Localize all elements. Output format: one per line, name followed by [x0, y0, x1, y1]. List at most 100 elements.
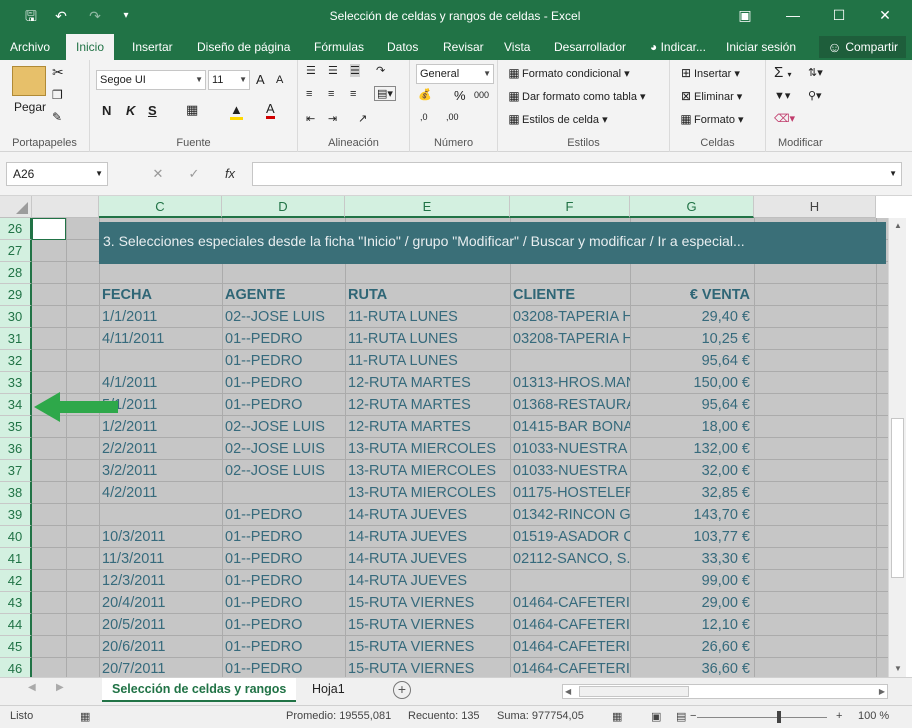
table-cell[interactable]: 12,10 € — [630, 614, 754, 636]
align-middle-icon[interactable]: ☰ — [328, 64, 338, 77]
table-cell[interactable]: 15-RUTA VIERNES — [345, 592, 510, 614]
table-cell[interactable]: 14-RUTA JUEVES — [345, 548, 510, 570]
zoom-level[interactable]: 100 % — [858, 710, 889, 722]
name-box[interactable]: A26 ▼ — [6, 162, 108, 186]
insert-cells-button[interactable]: ⊞ Insertar ▾ — [678, 66, 740, 80]
table-cell[interactable]: 20/7/2011 — [99, 658, 222, 677]
delete-cells-button[interactable]: ⊠ Eliminar ▾ — [678, 89, 742, 103]
font-size-combo[interactable]: 11 ▼ — [208, 70, 250, 90]
table-cell[interactable]: 32,00 € — [630, 460, 754, 482]
column-header-hidden[interactable] — [32, 196, 99, 218]
table-cell[interactable]: 36,60 € — [630, 658, 754, 677]
table-cell[interactable]: 12-RUTA MARTES — [345, 372, 510, 394]
format-as-table-button[interactable]: ▦ Dar formato como tabla ▾ — [506, 89, 645, 103]
fill-icon[interactable]: ▼▾ — [774, 89, 790, 102]
row-header-37[interactable]: 37 — [0, 460, 32, 482]
vertical-scroll-thumb[interactable] — [891, 418, 904, 578]
zoom-out-button[interactable]: − — [690, 710, 696, 722]
currency-icon[interactable]: 💰 — [418, 88, 432, 101]
table-cell[interactable]: 26,60 € — [630, 636, 754, 658]
table-cell[interactable]: 01415-BAR BONA — [510, 416, 630, 438]
cut-icon[interactable]: ✂ — [52, 64, 64, 81]
table-cell[interactable]: 15-RUTA VIERNES — [345, 614, 510, 636]
tab-vista[interactable]: Vista — [500, 34, 534, 60]
insert-function-icon[interactable]: fx — [216, 162, 244, 186]
table-cell[interactable]: 01313-HROS.MAN — [510, 372, 630, 394]
table-cell[interactable]: 20/6/2011 — [99, 636, 222, 658]
row-header-45[interactable]: 45 — [0, 636, 32, 658]
row-header-40[interactable]: 40 — [0, 526, 32, 548]
table-cell[interactable]: 150,00 € — [630, 372, 754, 394]
table-cell[interactable]: 95,64 € — [630, 350, 754, 372]
row-header-36[interactable]: 36 — [0, 438, 32, 460]
table-cell[interactable]: 14-RUTA JUEVES — [345, 570, 510, 592]
table-cell[interactable]: 01464-CAFETERIA — [510, 636, 630, 658]
percent-button[interactable]: % — [454, 88, 466, 103]
table-header-cell[interactable]: € VENTA — [630, 284, 754, 306]
table-cell[interactable]: 01--PEDRO — [222, 614, 345, 636]
table-cell[interactable]: 01--PEDRO — [222, 350, 345, 372]
table-cell[interactable]: 01--PEDRO — [222, 636, 345, 658]
table-cell[interactable] — [510, 350, 630, 372]
table-cell[interactable]: 10/3/2011 — [99, 526, 222, 548]
underline-button[interactable]: S — [148, 103, 157, 118]
font-shrink-icon[interactable]: A — [276, 74, 283, 86]
autosum-button[interactable]: Σ ▾ — [774, 64, 791, 81]
table-cell[interactable]: 13-RUTA MIERCOLES — [345, 482, 510, 504]
table-cell[interactable]: 14-RUTA JUEVES — [345, 526, 510, 548]
font-color-icon[interactable]: A — [266, 101, 275, 119]
table-header-cell[interactable]: FECHA — [99, 284, 222, 306]
next-sheet-icon[interactable]: ▶ — [56, 682, 64, 693]
format-cells-button[interactable]: ▦ Formato ▾ — [678, 112, 743, 126]
cell-styles-button[interactable]: ▦ Estilos de celda ▾ — [506, 112, 607, 126]
normal-view-icon[interactable]: ▦ — [612, 710, 622, 723]
table-cell[interactable]: 01464-CAFETERIA — [510, 658, 630, 677]
zoom-slider-knob[interactable] — [777, 711, 781, 723]
table-cell[interactable]: 02--JOSE LUIS — [222, 460, 345, 482]
table-cell[interactable]: 01464-CAFETERIA — [510, 614, 630, 636]
row-header-35[interactable]: 35 — [0, 416, 32, 438]
column-header-f[interactable]: F — [510, 196, 630, 218]
table-cell[interactable]: 99,00 € — [630, 570, 754, 592]
table-cell[interactable]: 12/3/2011 — [99, 570, 222, 592]
fill-color-icon[interactable]: ▲ — [230, 102, 243, 120]
table-cell[interactable]: 01033-NUESTRA I — [510, 460, 630, 482]
tab-desarrollador[interactable]: Desarrollador — [550, 34, 630, 60]
row-header-46[interactable]: 46 — [0, 658, 32, 677]
table-cell[interactable]: 20/4/2011 — [99, 592, 222, 614]
table-cell[interactable]: 20/5/2011 — [99, 614, 222, 636]
worksheet-grid[interactable]: C D E F G H 26 27 28 29 30 31 32 33 34 35 36 37 38 39 40 41 42… — [0, 196, 912, 677]
expand-formula-icon[interactable]: ▼ — [889, 169, 897, 178]
table-cell[interactable]: 02--JOSE LUIS — [222, 438, 345, 460]
copy-icon[interactable]: ❐ — [52, 88, 63, 102]
table-cell[interactable]: 03208-TAPERIA H — [510, 328, 630, 350]
row-header-33[interactable]: 33 — [0, 372, 32, 394]
table-cell[interactable]: 103,77 € — [630, 526, 754, 548]
minimize-icon[interactable]: — — [778, 4, 808, 26]
row-header-30[interactable]: 30 — [0, 306, 32, 328]
row-header-31[interactable]: 31 — [0, 328, 32, 350]
ribbon-display-icon[interactable]: ▣ — [730, 4, 760, 26]
column-header-c[interactable]: C — [99, 196, 222, 218]
table-cell[interactable]: 01--PEDRO — [222, 526, 345, 548]
font-grow-icon[interactable]: A — [256, 72, 265, 87]
tab-insertar[interactable]: Insertar — [128, 34, 177, 60]
table-cell[interactable]: 14-RUTA JUEVES — [345, 504, 510, 526]
share-button[interactable]: ☺ Compartir — [819, 36, 906, 58]
increase-decimal-button[interactable]: ,0 — [420, 112, 428, 122]
italic-button[interactable]: K — [126, 103, 135, 118]
formula-input[interactable]: ▼ — [252, 162, 902, 186]
table-cell[interactable]: 01--PEDRO — [222, 592, 345, 614]
table-cell[interactable]: 01464-CAFETERIA — [510, 592, 630, 614]
decrease-decimal-button[interactable]: ,00 — [446, 112, 459, 122]
horizontal-scroll-thumb[interactable] — [579, 686, 689, 697]
table-cell[interactable]: 11/3/2011 — [99, 548, 222, 570]
column-header-d[interactable]: D — [222, 196, 345, 218]
table-cell[interactable]: 01--PEDRO — [222, 504, 345, 526]
format-painter-icon[interactable]: ✎ — [52, 110, 62, 124]
table-cell[interactable] — [99, 350, 222, 372]
table-cell[interactable]: 95,64 € — [630, 394, 754, 416]
sign-in-link[interactable]: Iniciar sesión — [722, 34, 800, 60]
table-cell[interactable]: 33,30 € — [630, 548, 754, 570]
tell-me-search[interactable]: ◕ Indicar... — [646, 34, 710, 60]
